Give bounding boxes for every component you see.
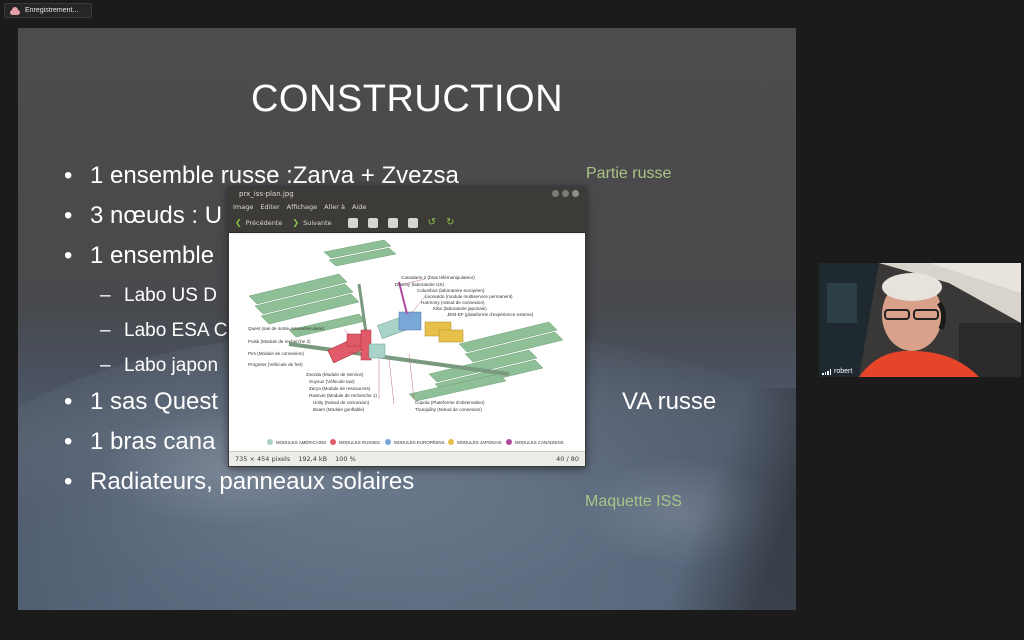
bullet-item: • 1 bras cana [64,428,216,455]
zoom-in-icon[interactable] [347,217,358,228]
legend-item: MODULES RUSSES [330,439,380,445]
close-icon[interactable] [572,190,579,197]
recording-indicator[interactable]: Enregistrement... [4,3,92,18]
label-quest: Quest (sas de sortie extravéhiculaire) [248,326,325,331]
label-destiny: Destiny (laboratoire US) [395,282,445,287]
participant-video[interactable]: robert [819,263,1021,377]
legend-item: MODULES CANADIENS [506,439,564,445]
label-columbus: Columbus (laboratoire européen) [417,288,485,293]
viewer-titlebar[interactable]: prx_iss-plan.jpg [229,187,585,201]
image-position: 40 / 80 [556,455,579,463]
minimize-icon[interactable] [552,190,559,197]
screen: Enregistrement... CONSTRUCTION • 1 ensemb… [0,0,1024,640]
bullet-item: • Radiateurs, panneaux solaires [64,468,415,495]
viewer-statusbar: 735 × 454 pixels 192,4 kB 100 % 40 / 80 [229,451,585,466]
rotate-right-icon[interactable]: ↻ [446,217,454,228]
legend-item: MODULES JAPONAIS [448,439,502,445]
label-rassvet: Rassvet (Module de recherche 1) [309,393,377,398]
zoom-normal-icon[interactable] [387,217,398,228]
label-leonardo: Leonardo (module multiservice permanent) [425,294,513,299]
bullet-item: • 1 ensemble [64,242,215,269]
menu-affichage[interactable]: Affichage [287,203,318,211]
menu-editer[interactable]: Editer [260,203,279,211]
label-kibo: Kibo (laboratoire japonais) [433,306,487,311]
zoom-fit-icon[interactable] [407,217,418,228]
previous-button[interactable]: Précédente [246,219,283,227]
sub-bullet-item: – Labo US D [100,285,217,306]
viewer-menubar: Image Editer Affichage Aller à Aide [229,201,585,213]
label-jemef: JEM-EF (plateforme d'expérience externe) [447,312,534,317]
label-tranquility: Tranquility (Nœud de connexion) [415,407,482,412]
participant-name-tag: robert [822,368,852,375]
slide-title: CONSTRUCTION [250,78,564,120]
label-beam: Beam (Module gonflable) [313,407,365,412]
signal-icon [822,368,831,375]
recording-label: Enregistrement... [25,7,79,14]
label-progress: Progress (Véhicule de fret) [248,362,303,367]
image-file-size: 192,4 kB [298,455,328,463]
label-soyouz: Soyouz (Véhicule taxi) [309,379,355,384]
bullet-tail-text: VA russe [622,388,717,415]
bullet-item: • 1 sas Quest [64,388,219,415]
next-icon[interactable]: ❯ [292,218,299,227]
cloud-record-icon [10,6,20,15]
label-harmony: Harmony (nœud de connexion) [421,300,485,305]
participant-video-frame [819,263,1021,377]
label-poisk: Poisk (Module de recherche 2) [248,339,311,344]
label-canadarm: Canadarm 2 (bras télémanipulateur) [401,275,475,280]
rotate-left-icon[interactable]: ↺ [428,217,436,228]
zoom-level: 100 % [335,455,356,463]
menu-aller-a[interactable]: Aller à [324,203,345,211]
note-partie-russe: Partie russe [586,165,672,182]
bullet-item: • 3 nœuds : U [64,202,223,229]
next-button[interactable]: Suivante [303,219,332,227]
sub-bullet-item: – Labo ESA C [100,320,228,341]
legend-item: MODULES AMÉRICAINS [267,439,326,445]
iss-diagram-image: Canadarm 2 (bras télémanipulateur) Desti… [229,234,585,452]
previous-icon[interactable]: ❮ [235,218,242,227]
label-zvezda: Zvezda (Module de Service) [306,372,364,377]
image-viewer-window[interactable]: prx_iss-plan.jpg Image Editer Affichage … [228,186,586,467]
label-cupola: Cupola (Plateforme d'observation) [415,400,485,405]
image-dimensions: 735 × 454 pixels [235,455,291,463]
note-maquette-iss: Maquette ISS [585,493,682,510]
viewer-toolbar: ❮ Précédente ❯ Suivante ↺ ↻ [229,213,585,233]
zoom-out-icon[interactable] [367,217,378,228]
maximize-icon[interactable] [562,190,569,197]
label-pirs: Pirs (Module de connexion) [248,351,304,356]
legend-item: MODULES EUROPÉENS [385,439,445,445]
menu-image[interactable]: Image [233,203,253,211]
menu-aide[interactable]: Aide [352,203,366,211]
label-unity: Unity (Nœud de connexion) [313,400,370,405]
participant-name: robert [834,368,853,375]
viewer-title: prx_iss-plan.jpg [239,190,294,198]
sub-bullet-item: – Labo japon [100,355,219,376]
label-zarya: Zarya (Module de ressources) [309,386,371,391]
